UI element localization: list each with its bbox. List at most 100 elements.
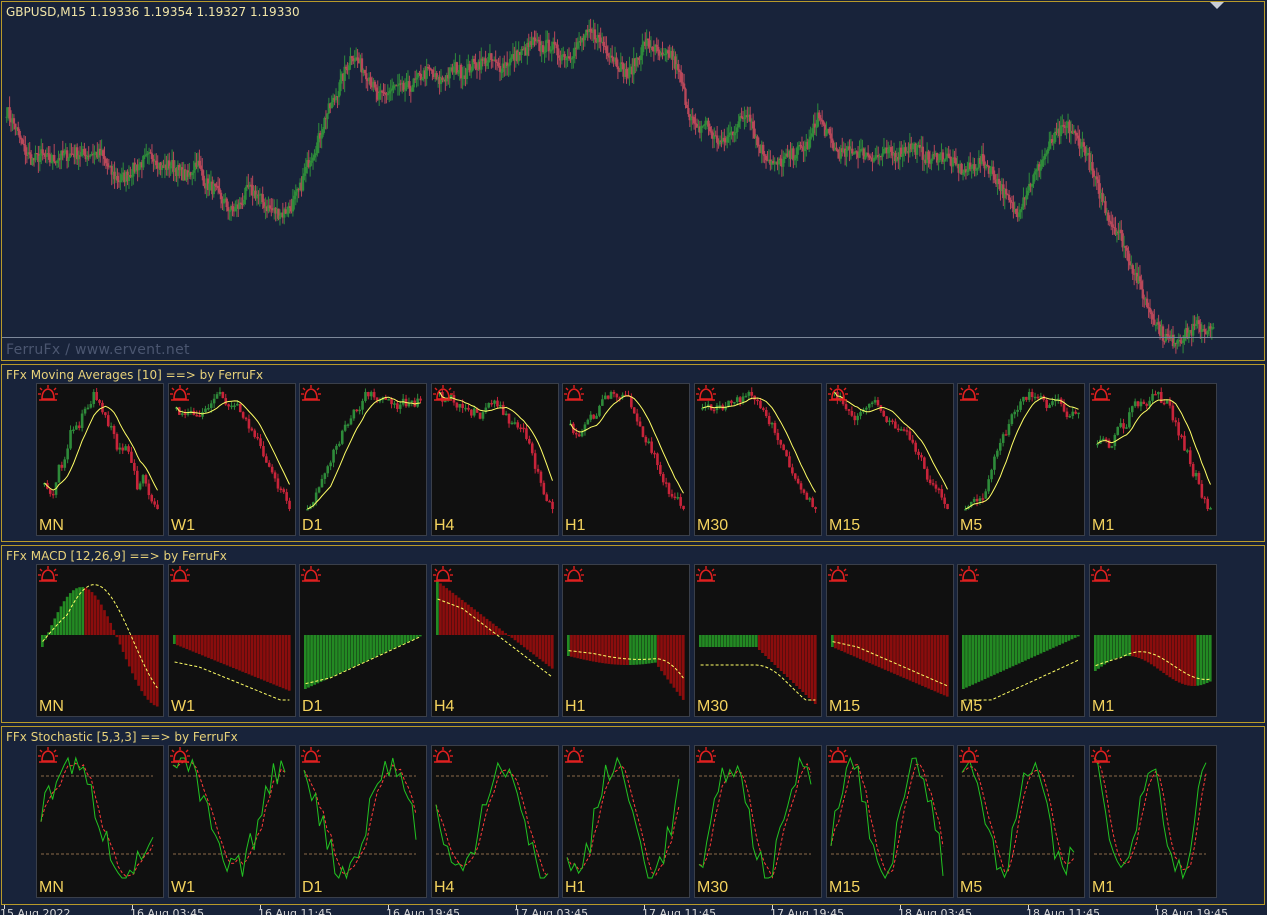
candle-body: [1096, 443, 1099, 446]
macd-histogram-bar: [1159, 635, 1162, 671]
candle-body: [530, 443, 534, 454]
timeframe-box-m1[interactable]: M1: [1089, 383, 1217, 536]
macd-histogram-bar: [194, 635, 198, 653]
candle-body: [925, 468, 929, 480]
timeframe-box-d1[interactable]: D1: [299, 564, 427, 717]
candle-body: [344, 66, 348, 69]
candle-body: [403, 89, 407, 91]
timeframe-box-h1[interactable]: H1: [562, 383, 690, 536]
candle-body: [1032, 174, 1035, 184]
candle-body: [782, 444, 785, 451]
macd-histogram-bar: [1177, 635, 1181, 683]
timeframe-box-w1[interactable]: W1: [168, 383, 296, 536]
candle-body: [1145, 404, 1149, 406]
macd-histogram-bar: [616, 635, 620, 665]
macd-histogram-bar: [127, 635, 131, 667]
candle-body: [1039, 166, 1042, 171]
macd-histogram-bar: [448, 590, 452, 635]
timeframe-box-m30[interactable]: M30: [694, 383, 822, 536]
candle-body: [1104, 201, 1107, 214]
candle-body: [352, 409, 356, 419]
timeframe-box-mn[interactable]: MN: [36, 383, 164, 536]
timeframe-box-mn[interactable]: MN: [36, 745, 164, 898]
candle-body: [853, 415, 857, 421]
macd-histogram-bar: [406, 635, 410, 643]
stoch-mini-chart: [698, 756, 812, 879]
candle-body: [876, 400, 880, 406]
timeframe-box-m15[interactable]: M15: [826, 745, 954, 898]
timeframe-box-h1[interactable]: H1: [562, 564, 690, 717]
candle-body: [256, 436, 259, 439]
candle-body: [1138, 276, 1142, 282]
macd-histogram-bar: [390, 635, 394, 650]
macd-histogram-bar: [764, 635, 767, 656]
candle-body: [773, 422, 777, 433]
timeframe-box-m30[interactable]: M30: [694, 745, 822, 898]
candle-body: [851, 148, 854, 154]
candle-body: [605, 46, 608, 54]
timeframe-box-mn[interactable]: MN: [36, 564, 164, 717]
macd-histogram-bar: [638, 635, 642, 665]
macd-histogram-bar: [219, 635, 223, 663]
stochastic-indicator-pane[interactable]: FFx Stochastic [5,3,3] ==> by FerruFx MN…: [1, 726, 1265, 905]
macd-histogram-bar: [1156, 635, 1159, 669]
timeframe-box-h4[interactable]: H4: [431, 383, 559, 536]
macd-histogram-bar: [1042, 635, 1046, 653]
candle-body: [1140, 281, 1143, 290]
macd-histogram-bar: [1131, 635, 1134, 657]
macd-indicator-pane[interactable]: FFx MACD [12,26,9] ==> by FerruFx MN W1 D1…: [1, 545, 1265, 723]
macd-histogram-bar: [874, 635, 878, 666]
timeframe-box-w1[interactable]: W1: [168, 564, 296, 717]
candle-body: [541, 45, 545, 53]
macd-histogram-bar: [442, 585, 445, 635]
macd-histogram-bar: [779, 635, 783, 671]
timeframe-box-d1[interactable]: D1: [299, 383, 427, 536]
candle-body: [1046, 148, 1050, 154]
timeframe-box-m15[interactable]: M15: [826, 383, 954, 536]
candle-body: [708, 126, 712, 132]
candle-body: [1065, 125, 1068, 128]
macd-histogram-bar: [883, 635, 887, 670]
macd-histogram-bar: [378, 635, 382, 655]
candle-body: [859, 412, 862, 416]
macd-histogram-bar: [968, 635, 971, 687]
candle-body: [799, 483, 803, 490]
candle-body: [8, 107, 11, 119]
candle-body: [528, 438, 531, 444]
macd-histogram-bar: [1076, 635, 1080, 637]
timeframe-box-d1[interactable]: D1: [299, 745, 427, 898]
candle-body: [844, 404, 848, 410]
candle-body: [928, 479, 932, 484]
macd-histogram-bar: [387, 635, 391, 651]
timeframe-box-m5[interactable]: M5: [957, 383, 1085, 536]
timeframe-box-m1[interactable]: M1: [1089, 564, 1217, 717]
timeframe-box-h4[interactable]: H4: [431, 564, 559, 717]
timeframe-box-m30[interactable]: M30: [694, 564, 822, 717]
macd-histogram-bar: [702, 635, 705, 647]
candle-body: [1136, 401, 1140, 407]
macd-histogram-bar: [576, 635, 580, 659]
timeframe-box-h4[interactable]: H4: [431, 745, 559, 898]
timeframe-box-m5[interactable]: M5: [957, 564, 1085, 717]
timeframe-box-m1[interactable]: M1: [1089, 745, 1217, 898]
moving-averages-indicator-pane[interactable]: FFx Moving Averages [10] ==> by FerruFx …: [1, 364, 1265, 542]
timeframe-box-m15[interactable]: M15: [826, 564, 954, 717]
candle-body: [495, 61, 499, 63]
candle-body: [788, 456, 791, 468]
candle-body: [1125, 247, 1129, 251]
timeframe-box-m5[interactable]: M5: [957, 745, 1085, 898]
macd-histogram-bar: [785, 635, 789, 677]
chart-shift-marker-icon[interactable]: [1210, 2, 1224, 9]
candle-body: [1141, 289, 1145, 299]
timeframe-box-w1[interactable]: W1: [168, 745, 296, 898]
candle-body: [1009, 200, 1012, 203]
candle-body: [606, 53, 610, 56]
timeframe-box-h1[interactable]: H1: [562, 745, 690, 898]
alarm-bell-icon: [959, 566, 979, 582]
candle-body: [19, 137, 23, 140]
candlestick-chart[interactable]: [2, 2, 1264, 360]
main-price-chart[interactable]: GBPUSD,M15 1.19336 1.19354 1.19327 1.193…: [1, 1, 1265, 361]
macd-histogram-bar: [1140, 635, 1144, 660]
candle-body: [1139, 401, 1143, 407]
candle-body: [1059, 125, 1063, 137]
